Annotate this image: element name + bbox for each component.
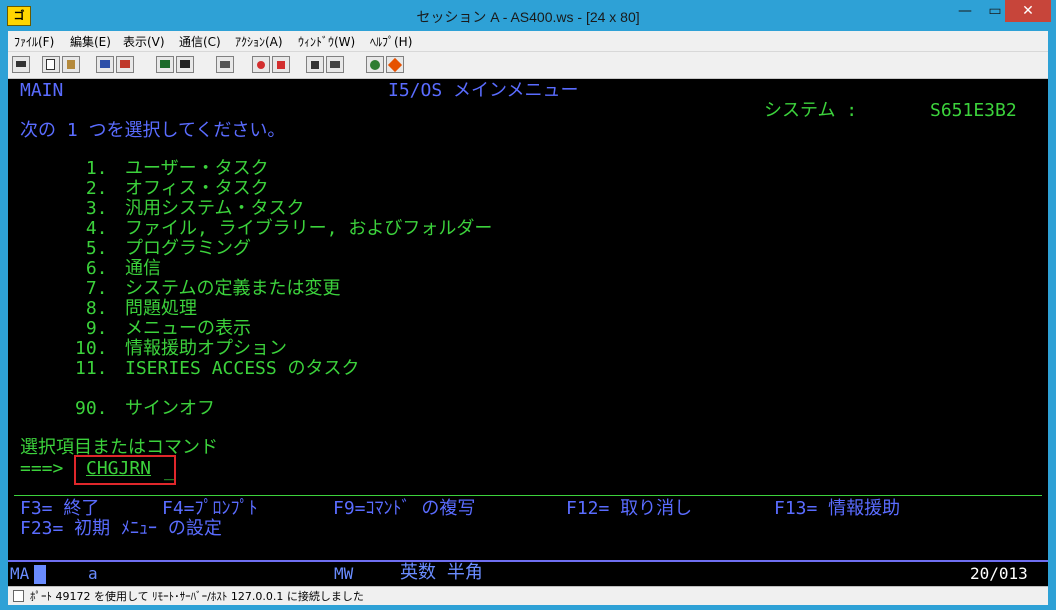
- menu-id: MAIN: [20, 80, 64, 101]
- option-text: プログラミング: [125, 238, 251, 259]
- menu-title: I5/OS メインメニュー: [388, 80, 579, 101]
- instruction-text: 次の 1 つを選択してください。: [20, 120, 286, 141]
- copy-icon[interactable]: [42, 56, 60, 73]
- menu-view[interactable]: 表示(V): [123, 33, 165, 50]
- option-number: 7.: [75, 278, 108, 299]
- menu-edit[interactable]: 編集(E): [70, 33, 111, 50]
- record-icon[interactable]: [252, 56, 270, 73]
- minimize-button[interactable]: —: [950, 0, 980, 22]
- fkey-f3[interactable]: F3= 終了: [20, 499, 99, 519]
- print-icon[interactable]: [12, 56, 30, 73]
- option-text: 汎用システム・タスク: [125, 198, 305, 219]
- option-number: 1.: [75, 158, 108, 179]
- operator-info-area: MA a MW 英数 半角 20/013: [8, 560, 1048, 588]
- fkey-f4[interactable]: F4=ﾌﾟﾛﾝﾌﾟﾄ: [162, 499, 258, 519]
- option-text: ファイル, ライブラリー, およびフォルダー: [125, 218, 493, 239]
- option-number: 5.: [75, 238, 108, 259]
- fkey-f23[interactable]: F23= 初期 ﾒﾆｭｰ の設定: [20, 519, 222, 539]
- display-icon[interactable]: [156, 56, 174, 73]
- option-text: ISERIES ACCESS のタスク: [125, 358, 360, 379]
- oia-cursor-block: [34, 565, 46, 584]
- option-number: 90.: [75, 398, 108, 419]
- option-number: 4.: [75, 218, 108, 239]
- paste-icon[interactable]: [62, 56, 80, 73]
- system-name: S651E3B2: [930, 100, 1017, 121]
- help-icon[interactable]: [386, 56, 404, 73]
- option-number: 3.: [75, 198, 108, 219]
- menu-help[interactable]: ﾍﾙﾌﾟ(H): [370, 33, 412, 50]
- stop-icon[interactable]: [272, 56, 290, 73]
- option-text: 情報援助オプション: [125, 338, 287, 359]
- menu-action[interactable]: ｱｸｼｮﾝ(A): [235, 33, 283, 50]
- fkey-f9[interactable]: F9=ｺﾏﾝﾄﾞ の複写: [333, 499, 475, 519]
- separator-line: [14, 495, 1042, 496]
- menu-window[interactable]: ｳｨﾝﾄﾞｳ(W): [298, 33, 355, 50]
- option-text: システムの定義または変更: [125, 278, 341, 299]
- close-button[interactable]: ✕: [1005, 0, 1051, 22]
- menu-communication[interactable]: 通信(C): [179, 33, 221, 50]
- oia-mw: MW: [334, 564, 354, 583]
- option-number: 10.: [75, 338, 108, 359]
- option-text: オフィス・タスク: [125, 178, 269, 199]
- status-text: ﾎﾟｰﾄ 49172 を使用して ﾘﾓｰﾄ･ｻｰﾊﾞｰ/ﾎｽﾄ 127.0.0.…: [30, 590, 364, 603]
- window-title: セッション A - AS400.ws - [24 x 80]: [416, 9, 640, 25]
- option-number: 11.: [75, 358, 108, 379]
- edit-icon[interactable]: [326, 56, 344, 73]
- macro-icon[interactable]: [216, 56, 234, 73]
- option-text: メニューの表示: [125, 318, 251, 339]
- title-bar[interactable]: ゴ セッション A - AS400.ws - [24 x 80] — ▭ ✕: [0, 0, 1056, 30]
- emulator-window: ゴ セッション A - AS400.ws - [24 x 80] — ▭ ✕ ﾌ…: [0, 0, 1056, 610]
- oia-input: a: [88, 564, 98, 583]
- oia-input-mode: 英数 半角: [400, 562, 483, 583]
- option-text: 問題処理: [125, 298, 197, 319]
- toolbar: [8, 52, 1048, 79]
- option-number: 8.: [75, 298, 108, 319]
- connection-icon: [13, 590, 24, 602]
- fkey-f12[interactable]: F12= 取り消し: [566, 499, 692, 519]
- globe-icon[interactable]: [366, 56, 384, 73]
- menu-bar: ﾌｧｲﾙ(F) 編集(E) 表示(V) 通信(C) ｱｸｼｮﾝ(A) ｳｨﾝﾄﾞ…: [8, 31, 1048, 52]
- status-bar: ﾎﾟｰﾄ 49172 を使用して ﾘﾓｰﾄ･ｻｰﾊﾞｰ/ﾎｽﾄ 127.0.0.…: [8, 586, 1048, 605]
- fkey-f13[interactable]: F13= 情報援助: [774, 499, 900, 519]
- oia-cursor-position: 20/013: [970, 564, 1028, 583]
- option-text: 通信: [125, 258, 161, 279]
- play-icon[interactable]: [306, 56, 324, 73]
- send-file-icon[interactable]: [96, 56, 114, 73]
- option-number: 2.: [75, 178, 108, 199]
- option-number: 6.: [75, 258, 108, 279]
- oia-ma: MA: [10, 564, 30, 583]
- command-highlight-box: [74, 455, 176, 485]
- receive-file-icon[interactable]: [116, 56, 134, 73]
- keypad-icon[interactable]: [176, 56, 194, 73]
- terminal-screen[interactable]: MAIN I5/OS メインメニュー システム : S651E3B2 次の 1 …: [8, 79, 1048, 560]
- prompt-arrow: ===>: [20, 458, 64, 479]
- option-text: ユーザー・タスク: [125, 158, 269, 179]
- option-text: サインオフ: [125, 398, 215, 419]
- option-number: 9.: [75, 318, 108, 339]
- system-label: システム :: [764, 100, 858, 121]
- menu-file[interactable]: ﾌｧｲﾙ(F): [14, 33, 54, 50]
